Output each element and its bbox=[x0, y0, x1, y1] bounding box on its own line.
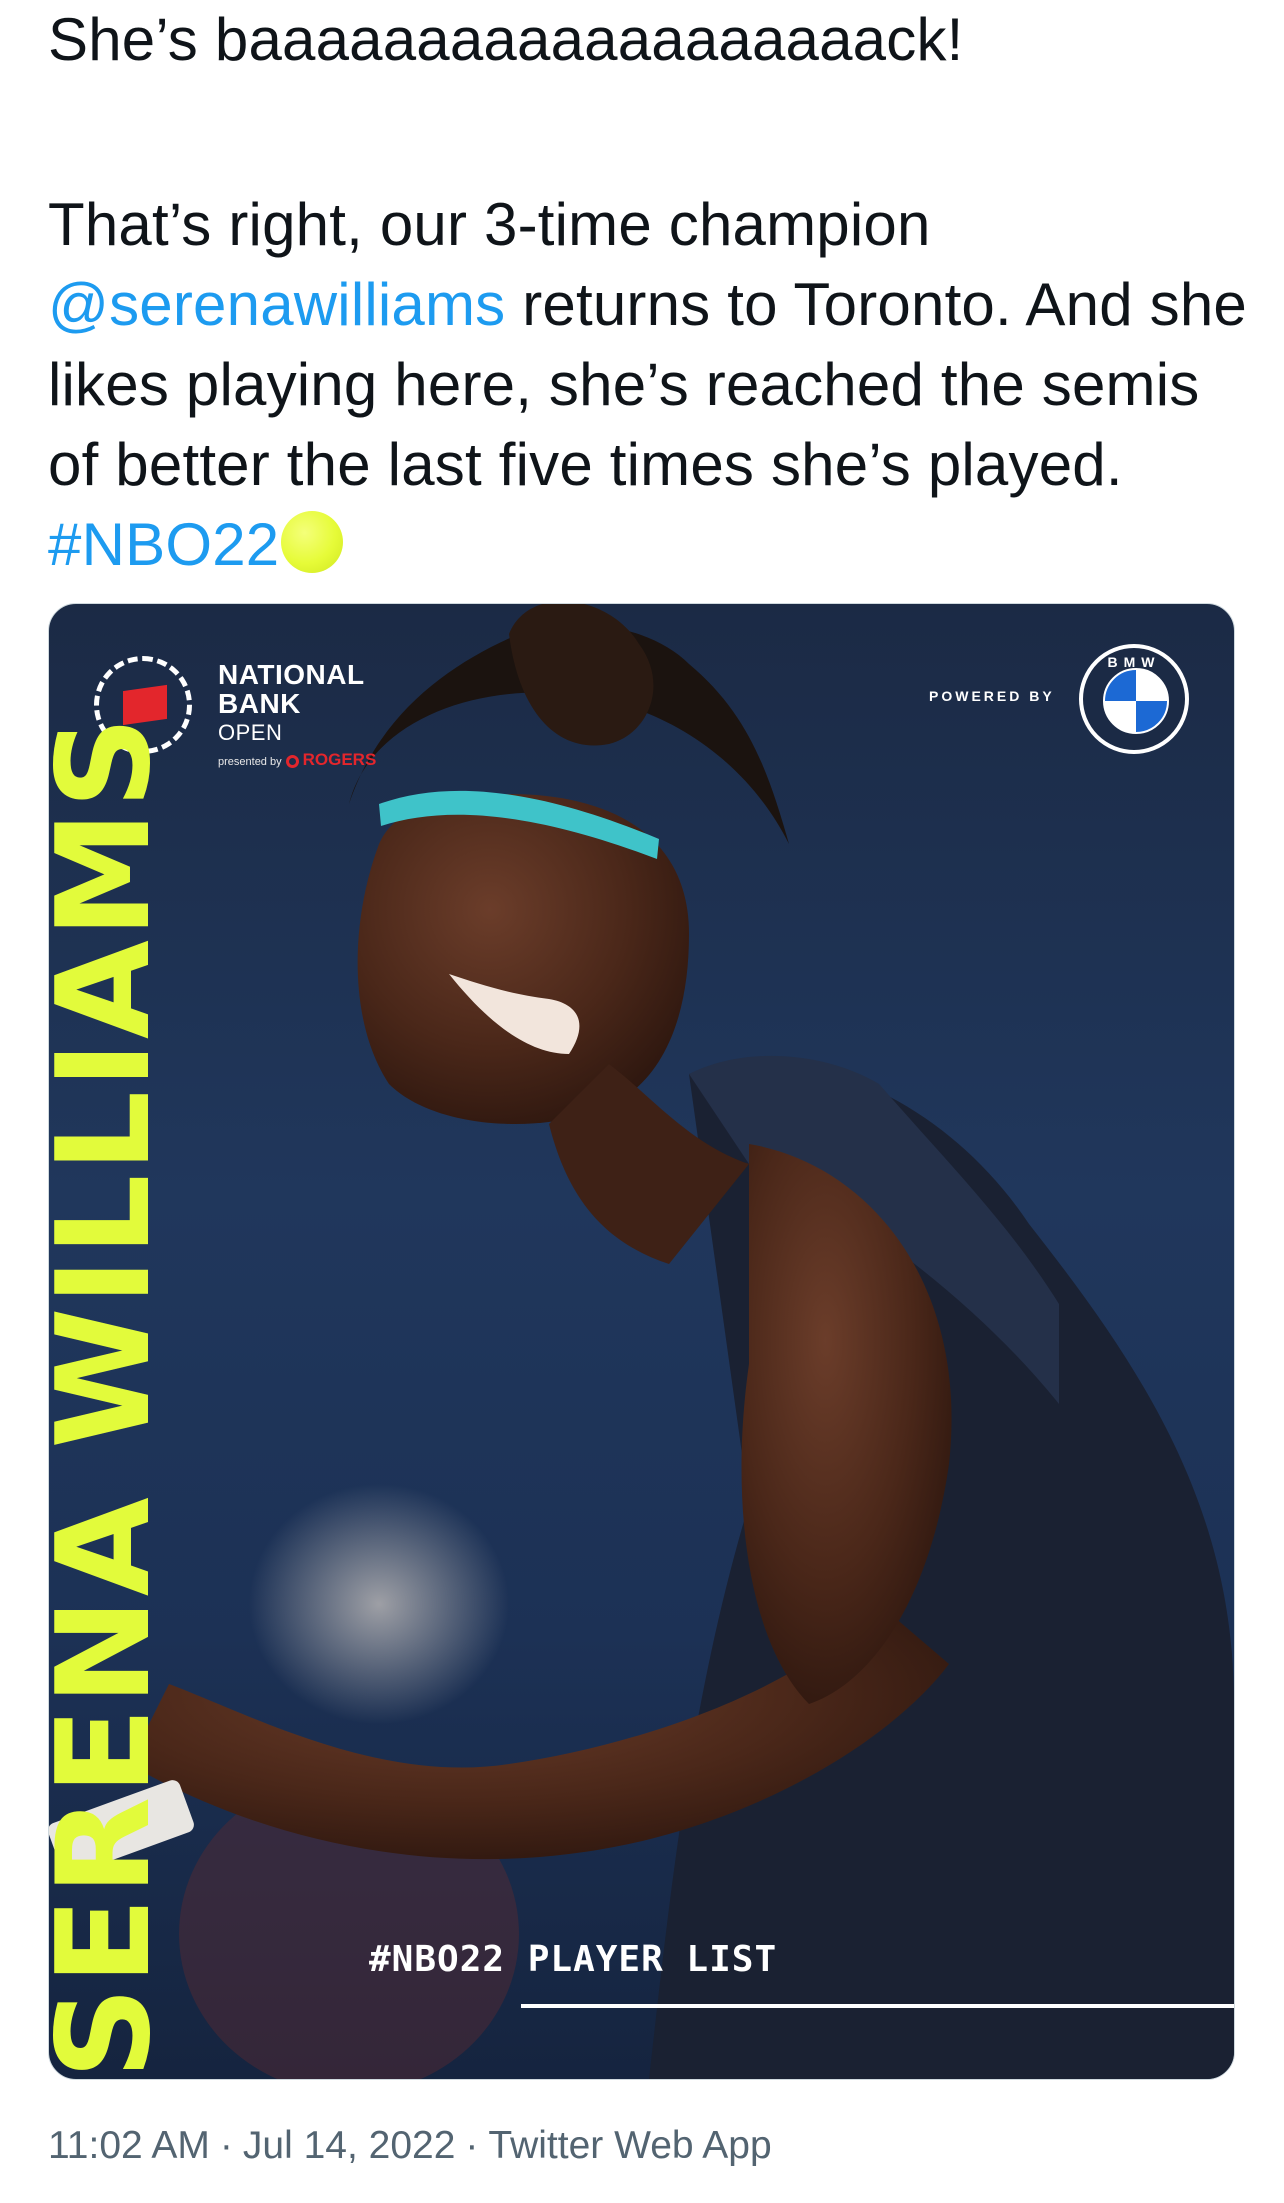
tweet-text: She’s baaaaaaaaaaaaaaaaaaack! That’s rig… bbox=[48, 0, 1248, 585]
tweet-line-1: She’s baaaaaaaaaaaaaaaaaaack! bbox=[48, 6, 964, 73]
tweet-time[interactable]: 11:02 AM bbox=[48, 2124, 210, 2167]
logo-wordmark: NATIONAL BANK OPEN bbox=[218, 660, 365, 747]
separator: · bbox=[465, 2124, 479, 2167]
player-list-caption: #NBO22 PLAYER LIST bbox=[369, 1939, 778, 1980]
mention-link[interactable]: @serenawilliams bbox=[48, 271, 505, 338]
logo-line-open: OPEN bbox=[218, 720, 283, 745]
sponsor-name: ROGERS bbox=[302, 750, 377, 769]
logo-line-bank: BANK bbox=[218, 688, 301, 719]
separator: · bbox=[219, 2124, 233, 2167]
tweet-source[interactable]: Twitter Web App bbox=[488, 2124, 771, 2167]
presented-by: presented by ROGERS bbox=[218, 750, 376, 770]
presented-by-label: presented by bbox=[218, 756, 282, 768]
tweet-image[interactable]: NATIONAL BANK OPEN presented by ROGERS PO… bbox=[48, 603, 1235, 2080]
rogers-icon bbox=[285, 755, 299, 768]
tweet-metadata: 11:02 AM · Jul 14, 2022 · Twitter Web App bbox=[48, 2124, 772, 2168]
tweet-date[interactable]: Jul 14, 2022 bbox=[243, 2124, 456, 2167]
caption-underline bbox=[521, 2004, 1234, 2008]
player-photo bbox=[49, 604, 1234, 2079]
logo-line-national: NATIONAL bbox=[218, 659, 365, 690]
tweet-paragraph: That’s right, our 3-time champion @seren… bbox=[48, 185, 1248, 585]
powered-by-label: POWERED BY bbox=[929, 688, 1055, 704]
tennis-ball-icon bbox=[281, 511, 344, 573]
bmw-roundel-icon bbox=[1103, 668, 1169, 734]
hashtag-link[interactable]: #NBO22 bbox=[48, 511, 279, 578]
bmw-logo: BMW bbox=[1079, 644, 1189, 754]
tweet-text-before-mention: That’s right, our 3-time champion bbox=[48, 191, 931, 258]
player-name: SERENA WILLIAMS bbox=[48, 714, 179, 2079]
